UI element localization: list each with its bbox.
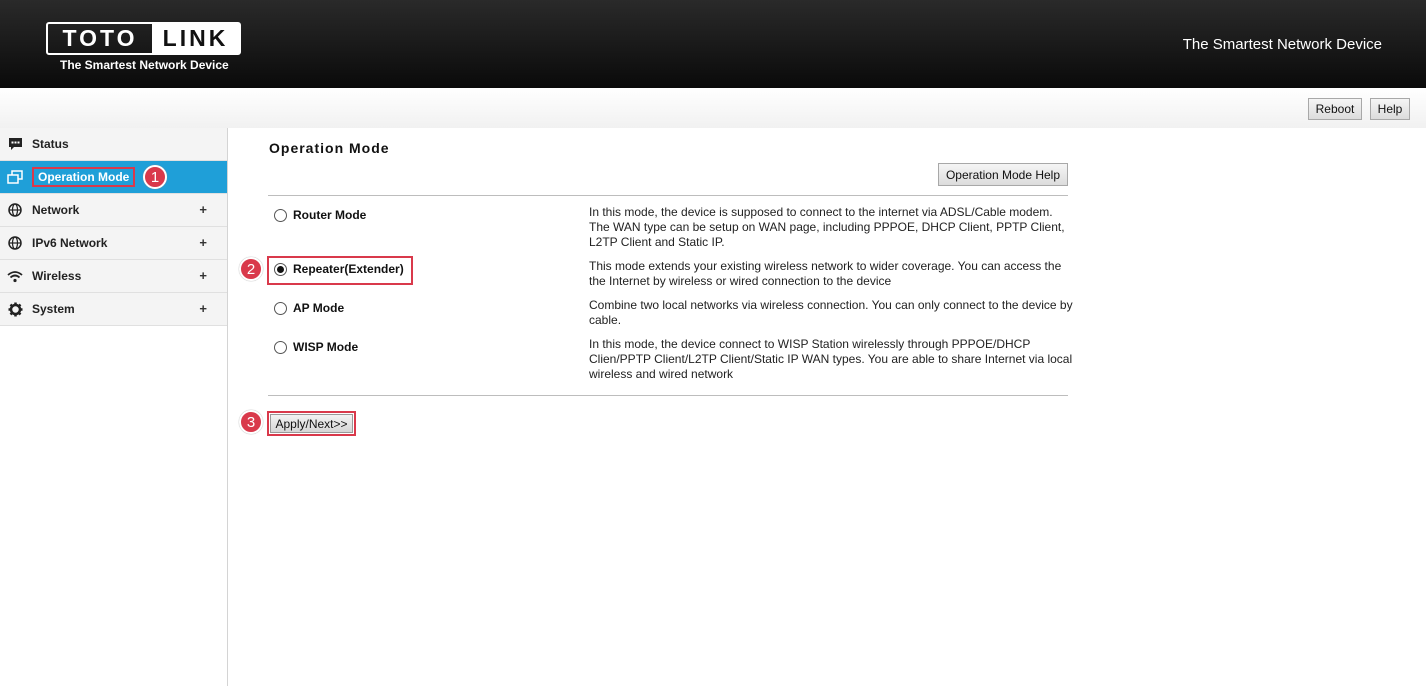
- logo-text-link: LINK: [152, 24, 239, 53]
- sidebar-nav: Status Operation Mode Network + IPv6 Net…: [0, 128, 228, 686]
- mode-label[interactable]: AP Mode: [293, 301, 344, 315]
- highlight-box: [267, 256, 413, 285]
- sidebar-item-network[interactable]: Network +: [0, 194, 227, 227]
- gear-icon: [7, 301, 23, 317]
- logo-text-toto: TOTO: [62, 25, 138, 51]
- reboot-button[interactable]: Reboot: [1308, 98, 1362, 120]
- operation-mode-help-button[interactable]: Operation Mode Help: [938, 163, 1068, 186]
- help-button[interactable]: Help: [1370, 98, 1410, 120]
- globe-icon: [7, 235, 23, 251]
- main-content: Operation Mode Operation Mode Help Route…: [228, 128, 1426, 686]
- step-badge-1: 1: [143, 165, 167, 189]
- mode-description: This mode extends your existing wireless…: [589, 259, 1062, 288]
- sidebar-item-wireless[interactable]: Wireless +: [0, 260, 227, 293]
- divider: [268, 395, 1068, 396]
- expand-plus-icon[interactable]: +: [199, 301, 207, 316]
- globe-icon: [7, 202, 23, 218]
- router-mode-radio[interactable]: [274, 209, 287, 222]
- chat-icon: [7, 136, 23, 152]
- sidebar-item-label: Operation Mode: [32, 167, 136, 187]
- sidebar-item-ipv6-network[interactable]: IPv6 Network +: [0, 227, 227, 260]
- expand-plus-icon[interactable]: +: [199, 202, 207, 217]
- sidebar-item-label: System: [32, 302, 75, 316]
- page-title: Operation Mode: [269, 140, 390, 156]
- mode-label[interactable]: WISP Mode: [293, 340, 358, 354]
- sidebar-item-label: Status: [32, 137, 69, 151]
- header-bar: TOTO LINK The Smartest Network Device Th…: [0, 0, 1426, 88]
- sidebar-item-status[interactable]: Status: [0, 128, 227, 161]
- logo-box: TOTO LINK: [46, 22, 241, 55]
- expand-plus-icon[interactable]: +: [199, 235, 207, 250]
- sidebar-item-label: Network: [32, 203, 80, 217]
- header-slogan: The Smartest Network Device: [1182, 36, 1382, 53]
- step-badge-3: 3: [239, 410, 263, 434]
- step-badge-2: 2: [239, 257, 263, 281]
- divider: [268, 195, 1068, 196]
- expand-plus-icon[interactable]: +: [199, 268, 207, 283]
- top-toolbar: Reboot Help: [0, 88, 1426, 128]
- sidebar-item-system[interactable]: System +: [0, 293, 227, 326]
- logo-tagline: The Smartest Network Device: [60, 58, 229, 72]
- sidebar-item-label: Wireless: [32, 269, 82, 283]
- mode-label[interactable]: Router Mode: [293, 208, 366, 222]
- wisp-mode-radio[interactable]: [274, 341, 287, 354]
- sidebar-item-operation-mode[interactable]: Operation Mode: [0, 161, 227, 194]
- sidebar-item-label: IPv6 Network: [32, 236, 108, 250]
- mode-description: Combine two local networks via wireless …: [589, 298, 1073, 327]
- mode-description: In this mode, the device is supposed to …: [589, 205, 1065, 249]
- mode-description: In this mode, the device connect to WISP…: [589, 337, 1073, 381]
- totolink-logo: TOTO LINK The Smartest Network Device: [46, 22, 242, 74]
- apply-next-button[interactable]: Apply/Next>>: [270, 414, 353, 433]
- ap-mode-radio[interactable]: [274, 302, 287, 315]
- windows-icon: [7, 169, 23, 185]
- wifi-icon: [7, 268, 23, 284]
